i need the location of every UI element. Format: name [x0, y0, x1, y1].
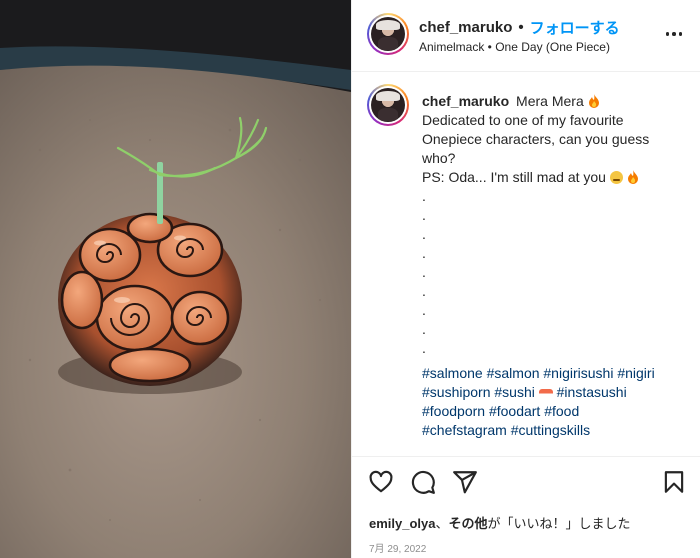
dot-line: . [422, 283, 426, 299]
caption-line: who? [422, 150, 456, 166]
dot-line: . [422, 340, 426, 356]
caption-username[interactable]: chef_maruko [422, 93, 509, 109]
dot-line: . [422, 245, 426, 261]
comment-icon[interactable] [410, 469, 436, 495]
author-line: chef_maruko • フォローする [419, 17, 620, 38]
caption-line: PS: Oda... I'm still mad at you [422, 169, 606, 185]
sushi-emoji-icon [538, 389, 553, 397]
separator-dot: • [518, 19, 524, 36]
dot-line: . [422, 207, 426, 223]
caption-area: chef_maruko Mera Mera Dedicated to one o… [352, 72, 700, 456]
share-icon[interactable] [452, 469, 478, 495]
caption-line: Mera Mera [516, 93, 584, 109]
likes-text: が「いいね！」しました [487, 516, 631, 531]
caption-body: chef_maruko Mera Mera Dedicated to one o… [422, 92, 684, 440]
author-avatar[interactable] [367, 13, 409, 55]
dot-line: . [422, 226, 426, 242]
author-username[interactable]: chef_maruko [419, 19, 512, 36]
hashtag-line[interactable]: #instasushi [553, 384, 627, 400]
dot-line: . [422, 188, 426, 204]
dot-line: . [422, 264, 426, 280]
hashtag-line[interactable]: #sushiporn #sushi [422, 384, 535, 400]
others-link[interactable]: その他 [449, 516, 488, 531]
fire-emoji-icon [627, 170, 638, 184]
bookmark-icon[interactable] [661, 469, 687, 495]
hashtag-line[interactable]: #foodporn #foodart #food [422, 402, 684, 421]
caption-avatar[interactable] [367, 84, 409, 126]
audio-subtitle[interactable]: Animelmack • One Day (One Piece) [419, 40, 610, 54]
heart-icon[interactable] [368, 469, 394, 495]
fire-emoji-icon [588, 94, 599, 108]
post-image[interactable] [0, 0, 351, 558]
likes-summary: emily_olya、その他が「いいね！」しました [369, 513, 631, 532]
caption-line: Dedicated to one of my favourite [422, 112, 624, 128]
angry-face-emoji-icon [609, 171, 623, 184]
action-bar: emily_olya、その他が「いいね！」しました 7月 29, 2022 [352, 456, 700, 558]
liker-separator: 、 [435, 516, 449, 531]
liker-username[interactable]: emily_olya [369, 516, 436, 531]
post-panel: chef_maruko • フォローする Animelmack • One Da… [351, 0, 700, 558]
more-options-icon[interactable] [660, 22, 688, 46]
post-header: chef_maruko • フォローする Animelmack • One Da… [352, 0, 700, 72]
dot-line: . [422, 321, 426, 337]
dot-line: . [422, 302, 426, 318]
follow-button[interactable]: フォローする [530, 17, 620, 38]
hashtag-block: #salmone #salmon #nigirisushi #nigiri #s… [422, 364, 684, 440]
caption-dots: . . . . . . . . . [422, 187, 684, 358]
post-date[interactable]: 7月 29, 2022 [369, 540, 426, 555]
hashtag-line[interactable]: #chefstagram #cuttingskills [422, 421, 684, 440]
caption-line: Onepiece characters, can you guess [422, 131, 650, 147]
hashtag-line[interactable]: #salmone #salmon #nigirisushi #nigiri [422, 364, 684, 383]
